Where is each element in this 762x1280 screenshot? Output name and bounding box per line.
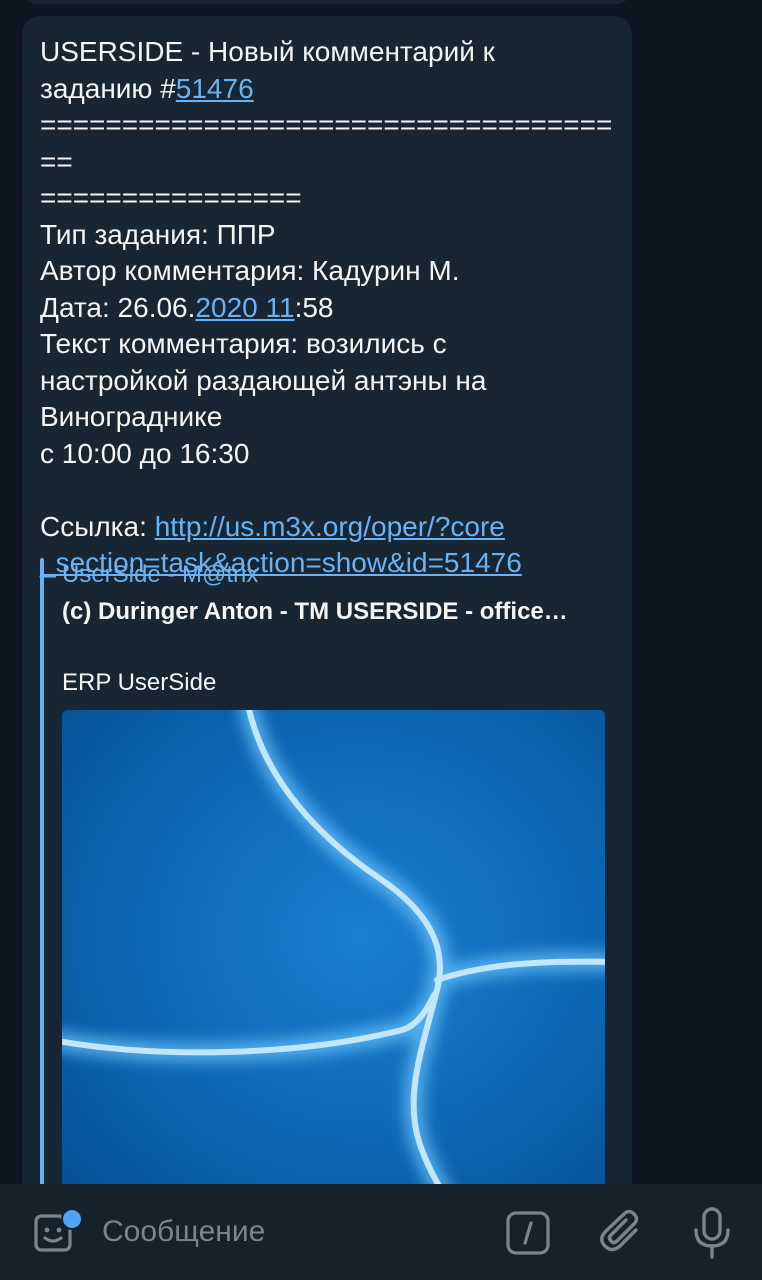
new-stickers-dot: [61, 1208, 83, 1230]
separator-line-1: =====================================: [40, 109, 613, 177]
link-preview-site-name: UserSide - M@trix: [62, 561, 259, 588]
comment-author: Автор комментария: Кадурин М.: [40, 255, 460, 286]
previous-message-bubble[interactable]: [22, 0, 632, 4]
link-preview-description: ERP UserSide: [62, 669, 217, 696]
message-text: USERSIDE - Новый комментарий к заданию #…: [40, 34, 620, 582]
bot-commands-icon[interactable]: [506, 1211, 550, 1255]
task-number-link[interactable]: 51476: [176, 73, 254, 104]
link-label: Ссылка:: [40, 510, 155, 542]
date-phone-link[interactable]: 2020 11: [195, 292, 294, 323]
link-preview-image[interactable]: [62, 710, 605, 1184]
link-preview-title: (c) Duringer Anton - TM USERSIDE - offic…: [62, 598, 568, 625]
date-label: Дата: 26.06.: [40, 291, 196, 323]
date-suffix: :58: [294, 291, 334, 323]
task-type: Тип задания: ППР: [40, 218, 276, 250]
paperclip-icon[interactable]: [598, 1208, 646, 1256]
comment-text-line-2: настройкой раздающей антэны на: [40, 364, 487, 396]
comment-text-line-1: Текст комментария: возились с: [40, 328, 447, 359]
message-input[interactable]: Сообщение: [102, 1214, 265, 1250]
separator-line-2: ================: [40, 182, 302, 213]
chat-area[interactable]: USERSIDE - Новый комментарий к заданию #…: [0, 0, 762, 1184]
message-title: USERSIDE - Новый комментарий к: [40, 36, 495, 67]
task-url-part-1[interactable]: http://us.m3x.org/oper/?core: [155, 511, 505, 542]
comment-text-line-4: с 10:00 до 16:30: [40, 437, 250, 469]
comment-text-line-3: Винограднике: [40, 401, 223, 432]
task-label: заданию #: [40, 72, 176, 104]
preview-image-graphic: [62, 710, 605, 1184]
microphone-icon[interactable]: [690, 1206, 734, 1260]
link-preview-accent-bar: [40, 558, 44, 1184]
message-input-bar: Сообщение: [0, 1184, 762, 1280]
link-preview[interactable]: UserSide - M@trix (c) Duringer Anton - T…: [40, 558, 610, 1184]
